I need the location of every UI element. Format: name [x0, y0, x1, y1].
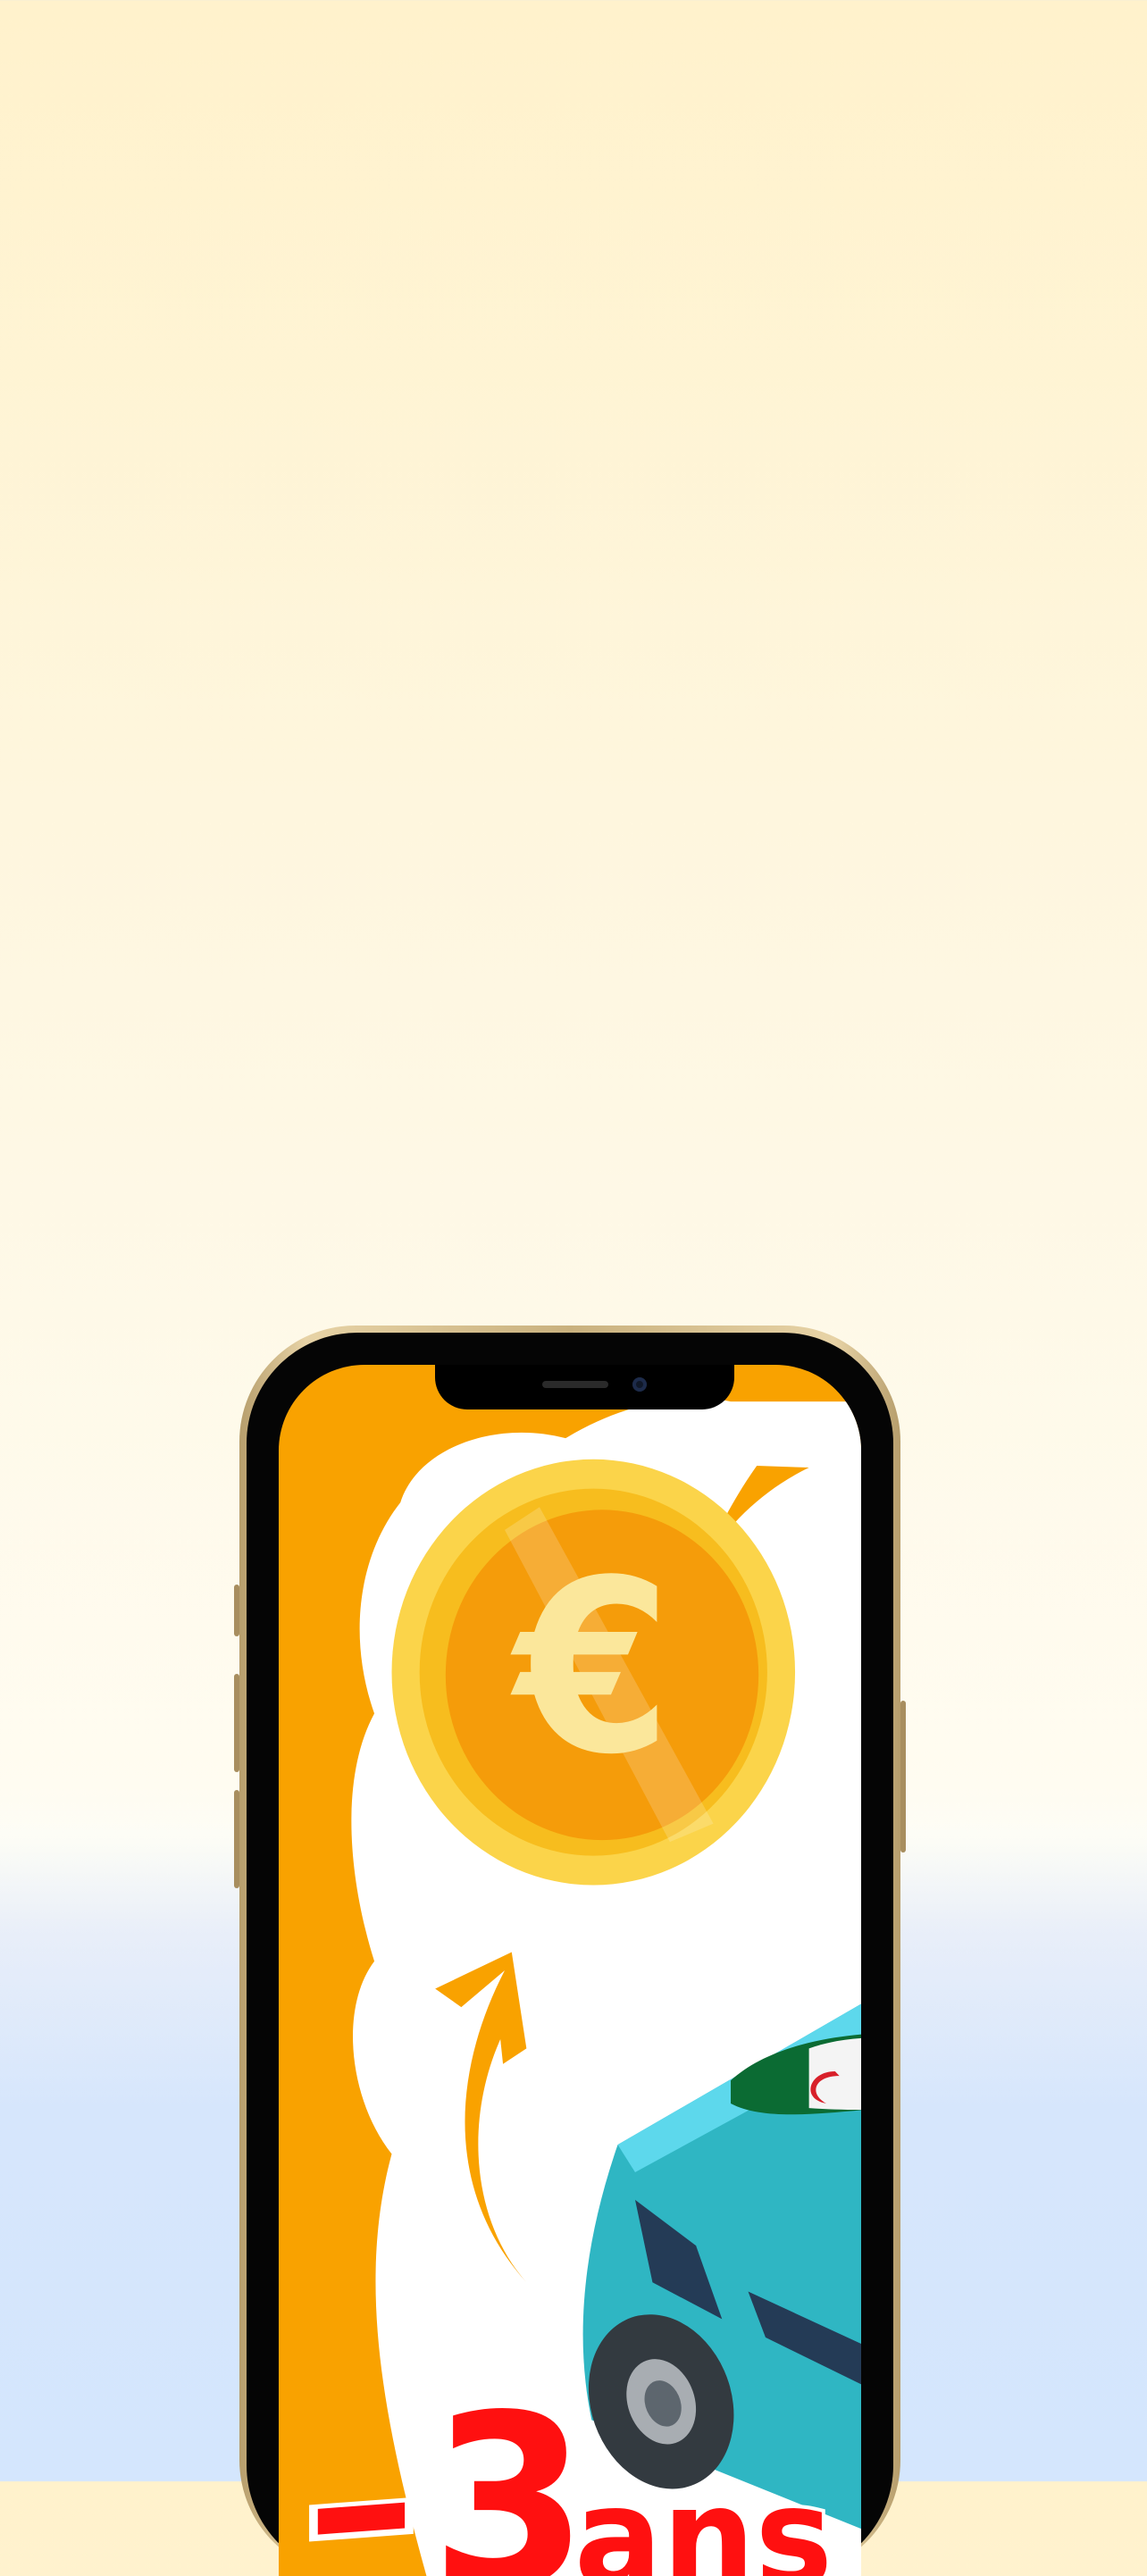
- power-button: [900, 1701, 906, 1853]
- phone-screen: € 3 ans: [279, 1365, 861, 2576]
- currency-symbol: €: [507, 1530, 672, 1807]
- front-camera: [632, 1377, 647, 1392]
- mute-switch: [234, 1585, 239, 1636]
- big-digit: 3: [431, 2365, 588, 2576]
- volume-up-button: [234, 1674, 239, 1772]
- icon-suffix: ans: [574, 2459, 833, 2576]
- phone-notch: [435, 1365, 734, 1409]
- phone-frame: € 3 ans: [234, 1326, 906, 2576]
- volume-down-button: [234, 1790, 239, 1888]
- app-icon-artwork: € 3 ans: [309, 1398, 861, 2576]
- phone-bezel: € 3 ans: [247, 1333, 893, 2576]
- earpiece-speaker: [542, 1381, 608, 1388]
- euro-coin-icon: €: [391, 1459, 796, 1886]
